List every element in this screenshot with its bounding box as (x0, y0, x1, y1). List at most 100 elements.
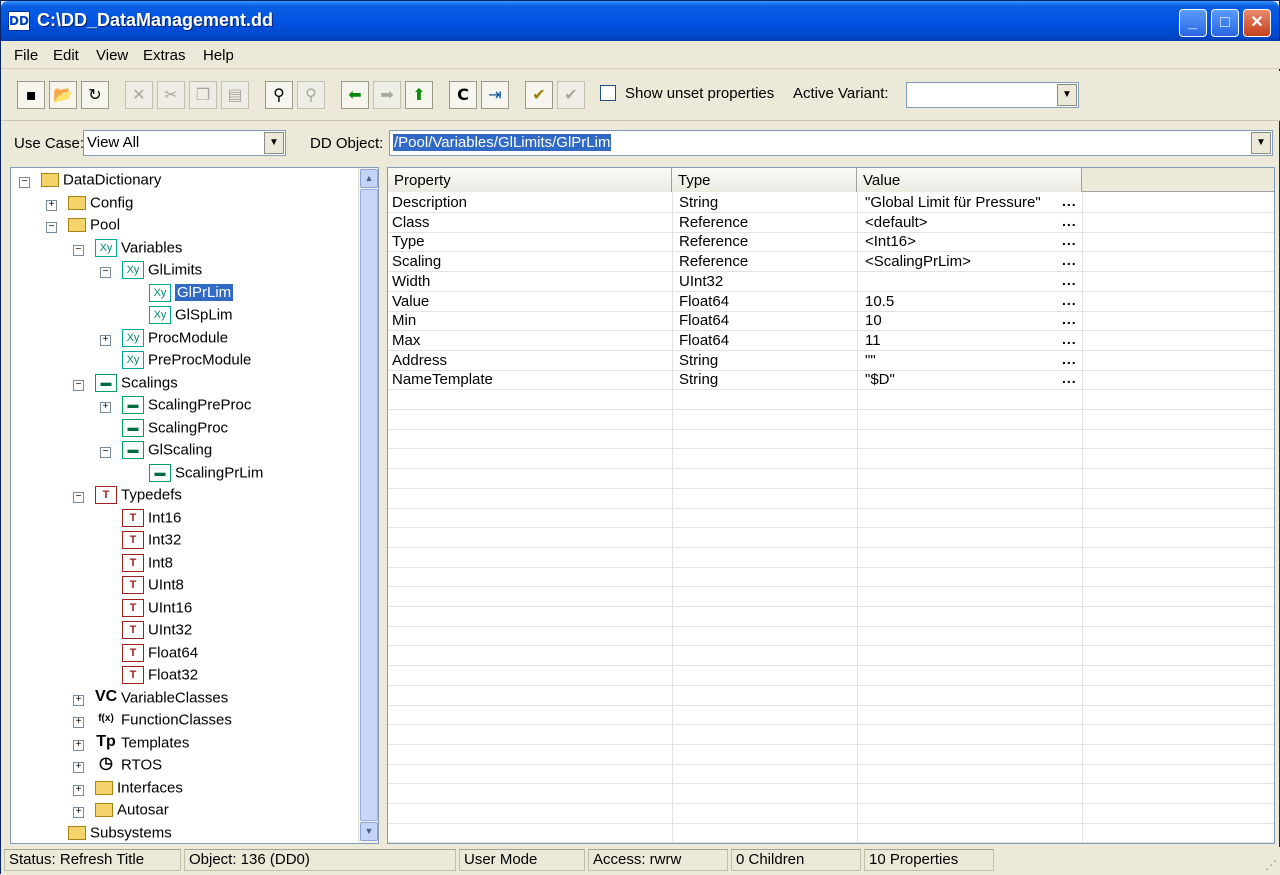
chevron-down-icon[interactable]: ▼ (264, 132, 284, 154)
cell-value[interactable]: <default> (865, 214, 928, 231)
tree-node[interactable]: T Float64 (122, 643, 198, 666)
refresh-icon[interactable]: ↻ (81, 81, 109, 109)
tree-node[interactable]: Xy Variables (95, 238, 182, 261)
collapse-icon[interactable]: − (73, 244, 84, 256)
column-header-property[interactable]: Property (388, 168, 672, 192)
export-icon[interactable]: ⇥ (481, 81, 509, 109)
collapse-icon[interactable]: − (73, 379, 84, 391)
forward-arrow-icon[interactable]: ➡ (373, 81, 401, 109)
tree-node[interactable]: ▬ ScalingProc (122, 418, 228, 441)
table-row[interactable]: Scaling Reference <ScalingPrLim>... (388, 252, 1274, 273)
chevron-down-icon[interactable]: ▼ (1251, 132, 1271, 154)
table-row[interactable]: NameTemplate String "$D"... (388, 370, 1274, 391)
show-unset-checkbox[interactable] (600, 85, 616, 101)
table-row[interactable]: Max Float64 11... (388, 331, 1274, 351)
open-folder-icon[interactable]: 📂 (49, 81, 77, 109)
copy-icon[interactable]: ❐ (189, 81, 217, 109)
edit-ellipsis-button[interactable]: ... (1062, 311, 1077, 327)
tree-node[interactable]: ▬ Scalings (95, 373, 178, 396)
edit-ellipsis-button[interactable]: ... (1062, 331, 1077, 347)
table-row[interactable]: Type Reference <Int16>... (388, 232, 1274, 253)
scroll-down-icon[interactable]: ▼ (360, 822, 378, 841)
tree-node[interactable]: Xy GlLimits (122, 261, 202, 283)
tree-node[interactable]: T Int32 (122, 531, 181, 553)
collapse-icon[interactable]: − (100, 447, 111, 458)
up-arrow-icon[interactable]: ⬆ (405, 81, 433, 109)
expand-icon[interactable]: + (73, 807, 84, 818)
menu-view[interactable]: View (96, 47, 128, 64)
menu-edit[interactable]: Edit (53, 47, 79, 64)
tree-node[interactable]: Xy GlPrLim (149, 283, 234, 306)
edit-ellipsis-button[interactable]: ... (1062, 213, 1077, 229)
expand-icon[interactable]: + (100, 402, 111, 413)
tree-scrollbar[interactable]: ▲ ▼ (358, 168, 378, 843)
tree-node[interactable]: ◷ RTOS (95, 756, 162, 778)
collapse-icon[interactable]: − (19, 177, 30, 188)
save-icon[interactable]: ▪ (17, 81, 45, 109)
table-row[interactable]: Value Float64 10.5... (388, 292, 1274, 312)
edit-ellipsis-button[interactable]: ... (1062, 193, 1077, 209)
table-row[interactable]: Class Reference <default>... (388, 213, 1274, 233)
collapse-icon[interactable]: − (100, 267, 111, 278)
expand-icon[interactable]: + (73, 762, 84, 773)
paste-icon[interactable]: ▤ (221, 81, 249, 109)
collapse-icon[interactable]: − (73, 492, 84, 503)
menu-help[interactable]: Help (203, 47, 234, 64)
tree-node[interactable]: ▬ ScalingPreProc (122, 396, 251, 418)
tree-node[interactable]: T UInt16 (122, 598, 192, 621)
table-row[interactable]: Width UInt32... (388, 272, 1274, 292)
expand-icon[interactable]: + (100, 334, 111, 346)
scroll-thumb[interactable] (360, 189, 378, 821)
tree-node[interactable]: DataDictionary (41, 171, 161, 193)
object-tree[interactable]: − DataDictionary + Config − Pool − Xy Variables −… (10, 167, 379, 844)
tree-node[interactable]: Config (68, 194, 133, 216)
menu-file[interactable]: File (14, 47, 38, 64)
table-row[interactable]: Address String ""... (388, 351, 1274, 371)
edit-ellipsis-button[interactable]: ... (1062, 351, 1077, 367)
title-bar[interactable]: DD C:\DD_DataManagement.dd _ □ ✕ (1, 1, 1279, 41)
cut-icon[interactable]: ✂ (157, 81, 185, 109)
ddobject-input[interactable]: /Pool/Variables/GlLimits/GlPrLim ▼ (389, 130, 1273, 156)
tree-node[interactable]: Pool (68, 216, 120, 238)
tree-node[interactable]: Subsystems (68, 824, 172, 844)
check-icon[interactable]: ✔ (525, 81, 553, 109)
tree-node[interactable]: f(x) FunctionClasses (95, 711, 232, 733)
tree-node[interactable]: Tp Templates (95, 733, 189, 756)
delete-icon[interactable]: ✕ (125, 81, 153, 109)
expand-icon[interactable]: + (73, 694, 84, 706)
edit-ellipsis-button[interactable]: ... (1062, 370, 1077, 386)
column-header-value[interactable]: Value (857, 168, 1082, 192)
close-button[interactable]: ✕ (1243, 9, 1271, 37)
tree-node[interactable]: T Int16 (122, 508, 181, 531)
menu-extras[interactable]: Extras (143, 47, 186, 64)
tree-node[interactable]: T Typedefs (95, 486, 182, 508)
expand-icon[interactable]: + (73, 717, 84, 728)
cell-value[interactable]: <ScalingPrLim> (865, 253, 971, 270)
expand-icon[interactable]: + (46, 199, 57, 211)
chevron-down-icon[interactable]: ▼ (1057, 84, 1077, 106)
tree-node[interactable]: T Float32 (122, 666, 198, 688)
table-row[interactable]: Min Float64 10... (388, 311, 1274, 332)
usecase-select[interactable]: View All ▼ (83, 130, 286, 156)
cell-value[interactable]: "" (865, 352, 876, 369)
tree-node[interactable]: Interfaces (95, 779, 183, 801)
cell-value[interactable]: "$D" (865, 371, 895, 388)
cell-value[interactable]: 10 (865, 312, 882, 329)
check-disabled-icon[interactable]: ✔ (557, 81, 585, 109)
collapse-icon[interactable]: − (46, 222, 57, 233)
cell-value[interactable]: 11 (865, 332, 881, 349)
find-next-icon[interactable]: ⚲ (297, 81, 325, 109)
minimize-button[interactable]: _ (1179, 9, 1207, 37)
cell-value[interactable]: 10.5 (865, 293, 894, 310)
column-header-type[interactable]: Type (672, 168, 857, 192)
find-icon[interactable]: ⚲ (265, 81, 293, 109)
tree-node[interactable]: Xy ProcModule (122, 328, 228, 351)
cell-value[interactable]: "Global Limit für Pressure" (865, 194, 1041, 211)
c-code-icon[interactable]: C (449, 81, 477, 109)
tree-node[interactable]: VC VariableClasses (95, 688, 228, 711)
tree-node[interactable]: T Int8 (122, 553, 173, 576)
tree-node[interactable]: ▬ ScalingPrLim (149, 463, 263, 486)
tree-node[interactable]: Xy GlSpLim (149, 306, 233, 328)
cell-value[interactable]: <Int16> (865, 233, 916, 250)
expand-icon[interactable]: + (73, 784, 84, 796)
